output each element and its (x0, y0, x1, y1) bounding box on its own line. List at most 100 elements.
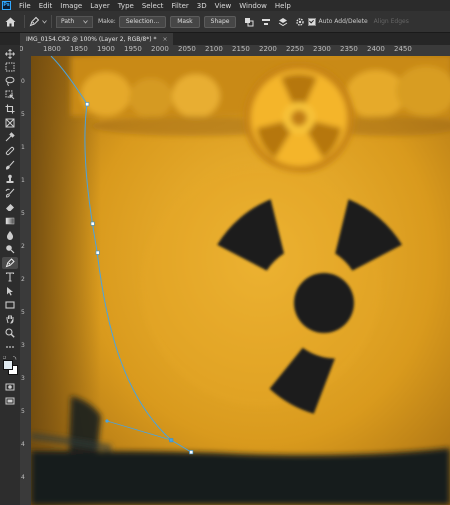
menu-select[interactable]: Select (138, 2, 168, 10)
menu-help[interactable]: Help (271, 2, 295, 10)
trefoil-emblem (244, 63, 354, 173)
ruler-label: 1 (21, 177, 25, 184)
default-colors-toggle[interactable] (2, 354, 17, 360)
ellipsis-icon (6, 346, 14, 348)
ruler-label: 5 (21, 210, 25, 217)
make-mask-button[interactable]: Mask (170, 15, 200, 28)
menu-edit[interactable]: Edit (35, 2, 57, 10)
object-selection-icon (5, 90, 15, 100)
settings-button[interactable] (294, 16, 305, 27)
document-title: IMG_0154.CR2 @ 100% (Layer 2, RGB/8*) * (26, 35, 157, 43)
marquee-tool[interactable] (2, 61, 18, 73)
document-tab-bar: IMG_0154.CR2 @ 100% (Layer 2, RGB/8*) * … (0, 33, 450, 45)
crop-tool[interactable] (2, 103, 18, 115)
bandage-icon (5, 146, 15, 156)
document-tab[interactable]: IMG_0154.CR2 @ 100% (Layer 2, RGB/8*) * … (20, 33, 174, 45)
marquee-icon (5, 62, 15, 72)
canvas-image (31, 56, 450, 505)
document-canvas[interactable] (31, 56, 450, 505)
move-tool[interactable] (2, 48, 18, 60)
brush-icon (5, 160, 15, 170)
ruler-label: 5 (21, 309, 25, 316)
menu-window[interactable]: Window (235, 2, 271, 10)
path-operations-button[interactable] (243, 16, 254, 27)
droplet-icon (6, 231, 14, 240)
home-icon (5, 17, 15, 26)
menu-image[interactable]: Image (56, 2, 86, 10)
lasso-tool[interactable] (2, 75, 18, 87)
menu-view[interactable]: View (211, 2, 236, 10)
stamp-icon (6, 174, 14, 183)
tool-preset-picker[interactable] (29, 16, 47, 27)
ruler-label: 1850 (70, 45, 88, 53)
menu-filter[interactable]: Filter (167, 2, 192, 10)
ruler-label: 5 (21, 408, 25, 415)
anchor-point[interactable] (189, 450, 194, 455)
dodge-icon (6, 245, 15, 254)
screen-mode-icon (5, 397, 15, 405)
gradient-tool[interactable] (2, 215, 18, 227)
object-selection-tool[interactable] (2, 89, 18, 101)
ruler-label: 3 (21, 375, 25, 382)
hand-icon (6, 315, 14, 324)
healing-brush-tool[interactable] (2, 145, 18, 157)
path-arrangement-button[interactable] (277, 16, 288, 27)
move-icon (5, 49, 15, 59)
eyedropper-icon (5, 132, 15, 142)
zoom-tool[interactable] (2, 327, 18, 339)
screen-mode-toggle[interactable] (2, 395, 18, 407)
photoshop-logo-icon: Ps (2, 1, 11, 10)
hand-tool[interactable] (2, 313, 18, 325)
make-shape-button[interactable]: Shape (203, 15, 237, 28)
auto-add-delete-label: Auto Add/Delete (318, 18, 368, 25)
anchor-point[interactable] (85, 102, 90, 107)
zoom-icon (5, 328, 15, 338)
menu-3d[interactable]: 3D (193, 2, 211, 10)
pen-tool[interactable] (2, 257, 18, 269)
ruler-label: 1950 (124, 45, 142, 53)
crop-icon (5, 104, 15, 114)
anchor-point[interactable] (90, 221, 95, 226)
menu-layer[interactable]: Layer (86, 2, 114, 10)
path-selection-tool[interactable] (2, 285, 18, 297)
tool-mode-dropdown[interactable]: Path (56, 15, 93, 28)
rectangle-tool[interactable] (2, 299, 18, 311)
color-swatches[interactable] (3, 360, 18, 375)
more-tools[interactable] (2, 341, 18, 353)
ruler-label: 2200 (259, 45, 277, 53)
foreground-color-swatch[interactable] (3, 360, 13, 370)
path-alignment-button[interactable] (260, 16, 271, 27)
ruler-label: 2400 (367, 45, 385, 53)
quick-mask-icon (5, 383, 15, 391)
pen-icon (5, 258, 15, 268)
frame-icon (5, 118, 15, 128)
ruler-label: 1900 (97, 45, 115, 53)
frame-tool[interactable] (2, 117, 18, 129)
brush-tool[interactable] (2, 159, 18, 171)
quick-mask-toggle[interactable] (2, 381, 18, 393)
type-tool[interactable] (2, 271, 18, 283)
eyedropper-tool[interactable] (2, 131, 18, 143)
path-alignment-icon (261, 18, 270, 25)
ruler-label: 2250 (286, 45, 304, 53)
home-button[interactable] (0, 11, 20, 32)
history-brush-tool[interactable] (2, 187, 18, 199)
anchor-point-selected[interactable] (169, 438, 174, 443)
clone-stamp-tool[interactable] (2, 173, 18, 185)
align-edges-label: Align Edges (373, 18, 409, 25)
ruler-label: 2 (21, 243, 25, 250)
menu-type[interactable]: Type (114, 2, 138, 10)
auto-add-delete-checkbox[interactable] (308, 17, 317, 26)
eraser-tool[interactable] (2, 201, 18, 213)
ruler-label: 2300 (313, 45, 331, 53)
make-selection-button[interactable]: Selection... (118, 15, 167, 28)
dodge-tool[interactable] (2, 243, 18, 255)
anchor-point[interactable] (95, 250, 100, 255)
close-icon[interactable]: × (162, 36, 167, 43)
blur-tool[interactable] (2, 229, 18, 241)
eraser-icon (6, 204, 14, 211)
menu-file[interactable]: File (15, 2, 35, 10)
ruler-label: 0 (20, 45, 23, 53)
path-arrangement-icon (278, 17, 288, 26)
rectangle-icon (5, 301, 15, 309)
